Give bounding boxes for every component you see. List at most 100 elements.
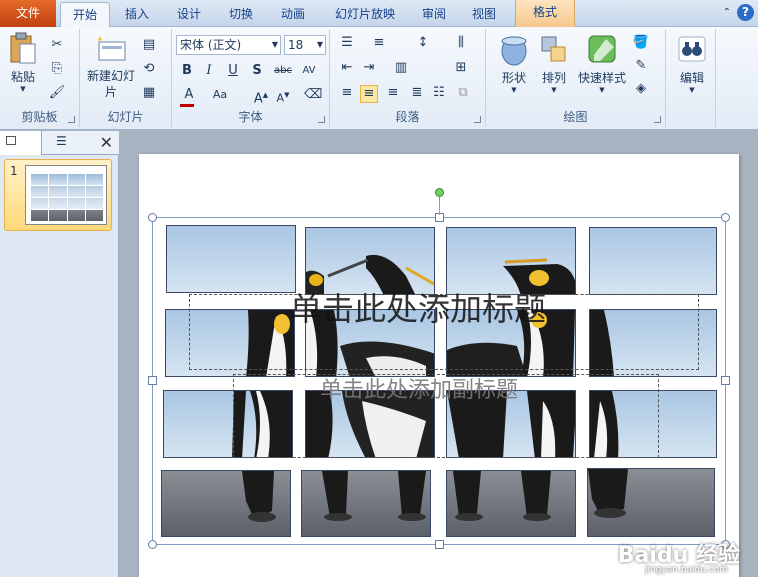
arrange-button[interactable]: 排列 ▼ <box>534 33 574 103</box>
window-controls: ⌃ ? <box>723 4 754 21</box>
format-painter-icon[interactable]: 🖌 <box>48 85 66 103</box>
shapes-button[interactable]: 形状 ▼ <box>494 33 534 103</box>
tab-slideshow[interactable]: 幻灯片放映 <box>326 2 404 27</box>
layout-icon[interactable]: ▤ <box>140 37 158 55</box>
shrink-font-icon[interactable]: A▼ <box>274 87 292 105</box>
font-color-icon[interactable]: A <box>178 87 200 107</box>
shape-effects-icon[interactable]: ◈ <box>632 81 650 99</box>
new-slide-button[interactable]: 新建幻灯片 <box>86 32 136 106</box>
group-clipboard: 粘贴 ▼ ✂ ⎘ 🖌 剪贴板 <box>0 29 80 127</box>
font-size-select[interactable]: 18 ▼ <box>284 35 326 55</box>
shape-outline-icon[interactable]: ✎ <box>632 58 650 76</box>
tab-file[interactable]: 文件 <box>0 0 56 27</box>
tab-design[interactable]: 设计 <box>168 2 210 27</box>
section-icon[interactable]: ▦ <box>140 85 158 103</box>
cut-icon[interactable]: ✂ <box>48 37 66 55</box>
new-slide-icon <box>97 36 126 61</box>
align-left-icon[interactable]: ≡ <box>338 85 356 103</box>
clear-formatting-icon[interactable]: ⌫ <box>304 87 322 105</box>
tab-insert[interactable]: 插入 <box>116 2 158 27</box>
ribbon-minimize-icon[interactable]: ⌃ <box>723 7 731 18</box>
change-case-icon[interactable]: Aa <box>208 87 232 105</box>
tab-format[interactable]: 格式 <box>515 0 575 27</box>
resize-handle-bottom-left[interactable] <box>148 540 157 549</box>
copy-icon[interactable]: ⎘ <box>48 61 66 79</box>
bullets-icon[interactable]: ☰ <box>338 35 356 53</box>
tab-transitions[interactable]: 切换 <box>220 2 262 27</box>
columns-icon[interactable]: ▥ <box>392 60 410 78</box>
underline-icon[interactable]: U <box>224 63 242 81</box>
numbering-icon[interactable]: ≡ <box>370 35 388 53</box>
binoculars-icon <box>678 36 706 62</box>
close-icon[interactable]: ✕ <box>100 133 113 152</box>
shape-fill-icon[interactable]: 🪣 <box>632 35 650 53</box>
strikethrough-icon[interactable]: abc <box>272 63 294 81</box>
smartart-icon[interactable]: ⧉ <box>454 85 472 103</box>
group-slides: 新建幻灯片 ▤ ⟲ ▦ 幻灯片 <box>80 29 172 127</box>
quick-styles-label: 快速样式 <box>577 71 626 85</box>
quick-styles-button[interactable]: 快速样式 ▼ <box>576 33 628 103</box>
slide-thumbnail-image <box>25 165 107 225</box>
paragraph-launcher-icon[interactable] <box>474 116 481 123</box>
align-center-icon[interactable]: ≡ <box>360 85 378 103</box>
subtitle-placeholder-text[interactable]: 单击此处添加副标题 <box>320 372 518 404</box>
group-label-drawing: 绘图 <box>563 110 588 124</box>
title-placeholder-text[interactable]: 单击此处添加标题 <box>290 284 546 330</box>
tab-home[interactable]: 开始 <box>60 2 110 28</box>
clipboard-launcher-icon[interactable] <box>68 116 75 123</box>
group-font: 宋体 (正文) ▼ 18 ▼ B I U S abc AV A Aa A▲ A▼… <box>172 29 330 127</box>
grow-font-icon[interactable]: A▲ <box>252 87 270 106</box>
font-launcher-icon[interactable] <box>318 116 325 123</box>
group-paragraph: ☰ ≡ ↕ ⫼ ⇤ ⇥ ▥ ⊞ ≡ ≡ ≡ ≣ ☷ ⧉ 段落 <box>330 29 486 127</box>
font-name-value: 宋体 (正文) <box>180 38 242 52</box>
shadow-icon[interactable]: S <box>248 63 266 81</box>
help-icon[interactable]: ? <box>737 4 754 21</box>
tab-outline-view[interactable]: ☰ <box>44 131 84 155</box>
chevron-down-icon: ▼ <box>316 40 323 49</box>
group-label-paragraph: 段落 <box>395 110 420 124</box>
distributed-icon[interactable]: ☷ <box>430 85 448 103</box>
rotation-handle[interactable] <box>435 188 444 197</box>
slide-thumbnail-1[interactable]: 1 <box>4 159 112 231</box>
paste-icon <box>10 32 36 64</box>
resize-handle-top-right[interactable] <box>721 213 730 222</box>
slide-canvas[interactable] <box>139 154 739 577</box>
align-right-icon[interactable]: ≡ <box>384 85 402 103</box>
arrange-icon <box>541 36 566 62</box>
tab-view[interactable]: 视图 <box>464 2 504 27</box>
font-name-select[interactable]: 宋体 (正文) ▼ <box>176 35 281 55</box>
resize-handle-left[interactable] <box>148 376 157 385</box>
drawing-launcher-icon[interactable] <box>654 116 661 123</box>
tab-animations[interactable]: 动画 <box>272 2 314 27</box>
baidu-watermark-url: jingyan.baidu.com <box>644 565 728 575</box>
tab-slides-view[interactable] <box>0 131 42 155</box>
justify-icon[interactable]: ≣ <box>408 85 426 103</box>
group-editing: 编辑 ▼ <box>666 29 716 127</box>
char-spacing-icon[interactable]: AV <box>298 63 320 81</box>
line-spacing-icon[interactable]: ↕ <box>414 35 432 53</box>
outline-tab-icon: ☰ <box>56 134 67 148</box>
resize-handle-bottom[interactable] <box>435 540 444 549</box>
tab-review[interactable]: 审阅 <box>414 2 454 27</box>
shapes-icon <box>501 36 527 66</box>
slides-panel: ☰ ✕ 1 <box>0 131 119 577</box>
slides-tab-icon <box>6 136 16 145</box>
quick-styles-icon <box>588 35 616 63</box>
slide-number: 1 <box>10 164 18 178</box>
resize-handle-top-left[interactable] <box>148 213 157 222</box>
italic-icon[interactable]: I <box>200 63 218 81</box>
text-direction-icon[interactable]: ⫼ <box>452 35 470 53</box>
paste-button[interactable]: 粘贴 ▼ <box>6 32 40 106</box>
bold-icon[interactable]: B <box>178 63 196 81</box>
panel-tabs: ☰ ✕ <box>0 131 119 155</box>
resize-handle-right[interactable] <box>721 376 730 385</box>
group-label-font: 字体 <box>238 110 263 124</box>
decrease-indent-icon[interactable]: ⇤ <box>338 60 356 78</box>
align-text-icon[interactable]: ⊞ <box>452 60 470 78</box>
ribbon: 粘贴 ▼ ✂ ⎘ 🖌 剪贴板 新建幻灯片 ▤ ⟲ ▦ 幻灯片 宋体 (正文) ▼ <box>0 27 758 130</box>
increase-indent-icon[interactable]: ⇥ <box>360 60 378 78</box>
font-size-value: 18 <box>288 38 304 52</box>
reset-icon[interactable]: ⟲ <box>140 61 158 79</box>
editing-button[interactable]: 编辑 ▼ <box>672 33 712 103</box>
rotation-stem <box>439 197 440 215</box>
